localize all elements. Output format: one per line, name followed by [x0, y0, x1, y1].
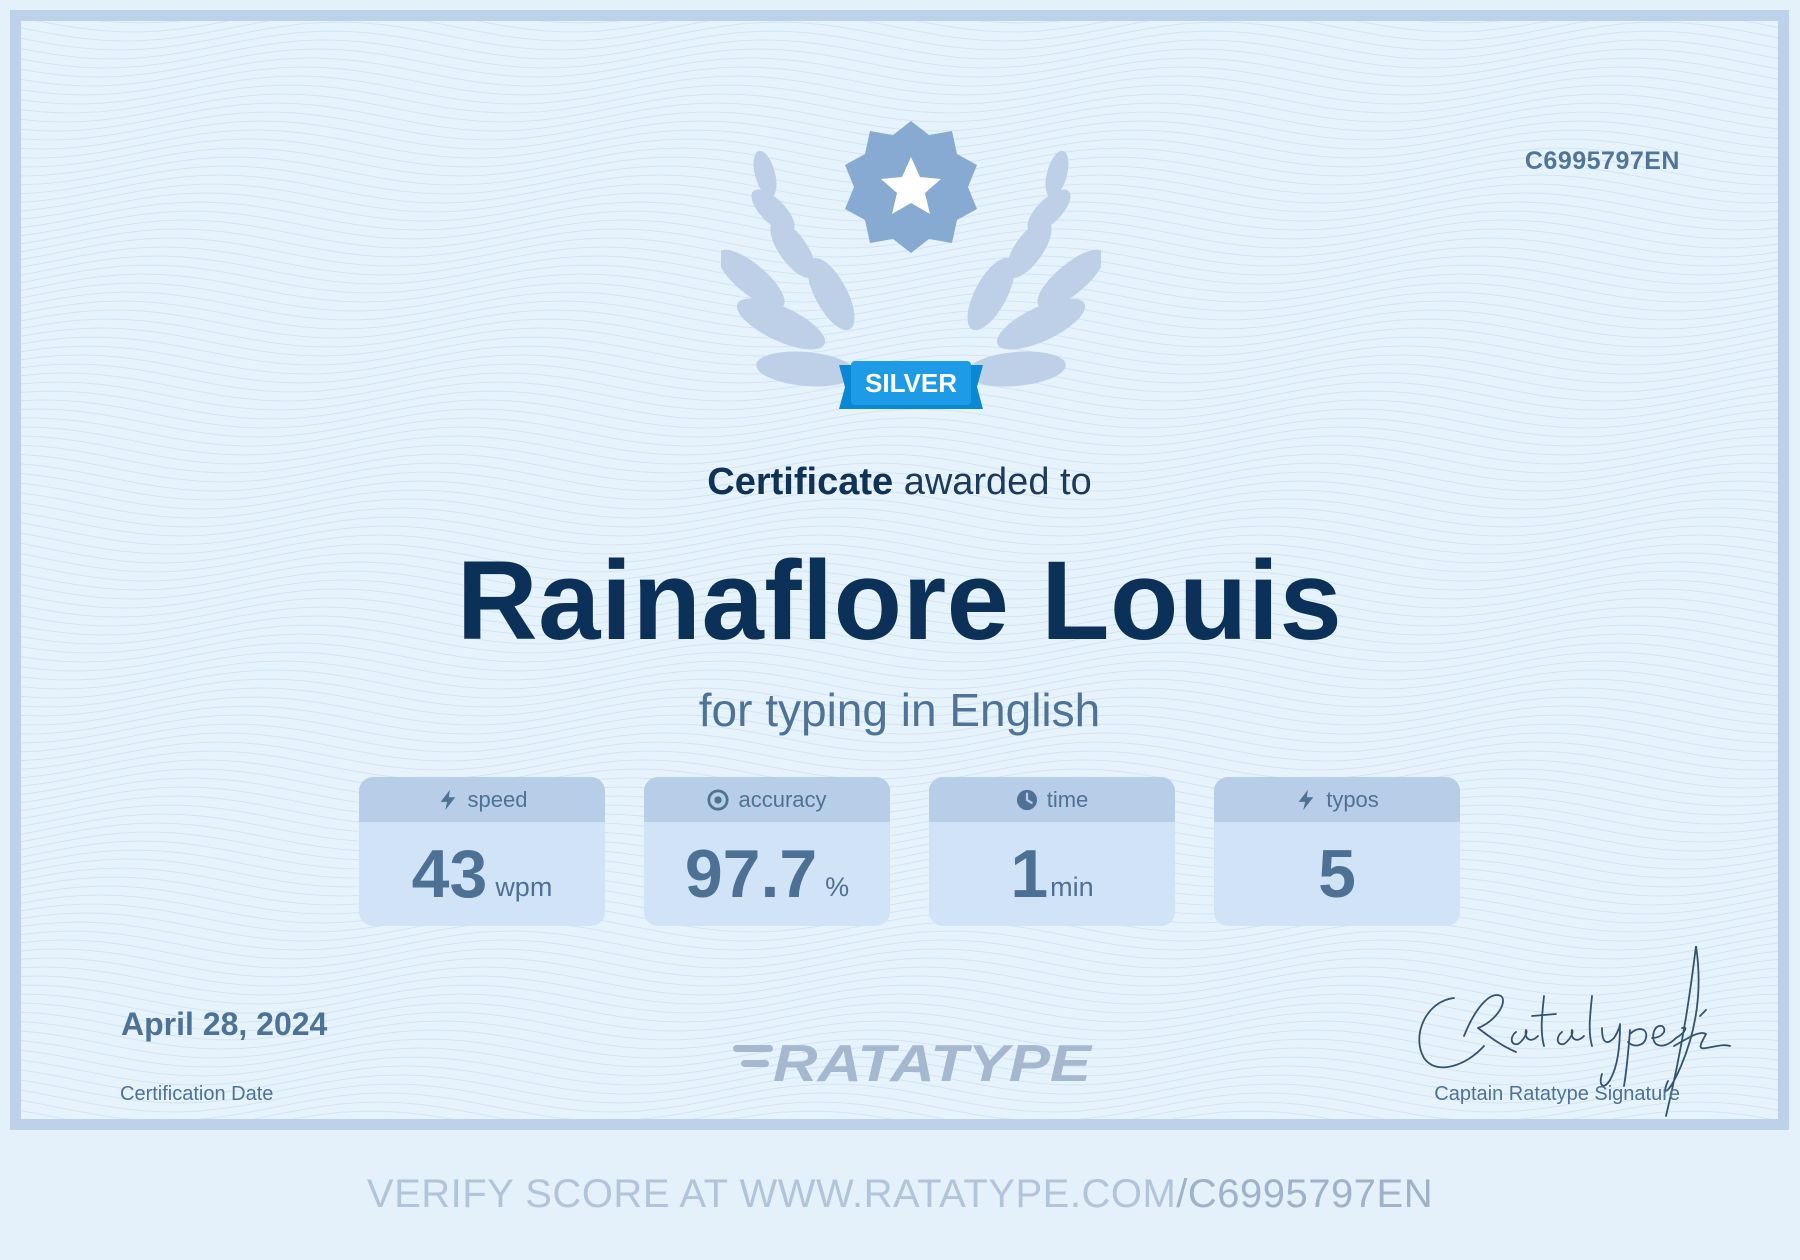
verify-prefix: VERIFY SCORE AT WWW.RATATYPE.COM — [366, 1172, 1177, 1216]
clock-icon — [1016, 789, 1037, 810]
heading-rest: awarded to — [903, 461, 1092, 503]
certificate-id: C6995797EN — [1524, 147, 1680, 175]
stat-value: 97.7 — [684, 836, 818, 912]
stat-accuracy-body: 97.7 % — [644, 822, 890, 926]
certificate-subline: for typing in English — [698, 684, 1101, 736]
stat-typos: typos 5 — [1214, 777, 1460, 926]
stat-unit: wpm — [495, 871, 553, 902]
stat-time: time 1 min — [929, 777, 1175, 926]
stat-label: accuracy — [738, 786, 827, 812]
svg-text:RATATYPE: RATATYPE — [773, 1035, 1093, 1089]
stat-accuracy-header: accuracy — [644, 777, 890, 822]
stat-unit: % — [825, 871, 850, 902]
svg-text:SILVER: SILVER — [865, 368, 957, 398]
stat-label: typos — [1326, 786, 1379, 812]
heading-bold: Certificate — [707, 461, 894, 503]
lightning-icon — [440, 789, 455, 810]
stat-typos-body: 5 — [1214, 822, 1460, 926]
recipient-name: Rainaflore Louis — [456, 538, 1343, 663]
silver-ribbon: SILVER — [839, 361, 983, 409]
certification-date-label: Certification Date — [120, 1083, 274, 1105]
certificate-heading: Certificate awarded to — [21, 461, 1778, 504]
stat-speed: speed 43 wpm — [359, 777, 605, 926]
stat-value: 1 — [1010, 836, 1049, 912]
rosette-star-icon — [845, 121, 977, 253]
stat-label: speed — [467, 786, 528, 812]
stat-speed-header: speed — [359, 777, 605, 822]
verify-score-line: VERIFY SCORE AT WWW.RATATYPE.COM/C699579… — [0, 1172, 1800, 1217]
stat-accuracy: accuracy 97.7 % — [644, 777, 890, 926]
laurel-emblem: SILVER — [721, 121, 1101, 409]
stat-value: 5 — [1318, 836, 1356, 912]
laurel-left-icon — [721, 150, 856, 387]
stat-label: time — [1046, 786, 1089, 812]
stat-time-header: time — [929, 777, 1175, 822]
lightning-icon — [1298, 789, 1314, 810]
stats-row: speed 43 wpm accuracy 97.7 % time 1 min … — [359, 777, 1460, 929]
stat-value: 43 — [411, 836, 488, 912]
target-icon — [707, 788, 730, 811]
ratatype-logo: RATATYPE — [733, 1035, 1093, 1089]
signature-label: Captain Ratatype Signature — [1434, 1083, 1680, 1105]
stat-typos-header: typos — [1214, 777, 1460, 822]
stat-unit: min — [1050, 871, 1094, 902]
certificate-frame: C6995797EN SILVER Certificate awarded to… — [10, 10, 1789, 1130]
stat-speed-body: 43 wpm — [359, 822, 605, 926]
certification-date: April 28, 2024 — [121, 1006, 328, 1042]
verify-code: /C6995797EN — [1176, 1172, 1434, 1216]
stat-time-body: 1 min — [929, 822, 1175, 926]
laurel-right-icon — [966, 150, 1101, 387]
